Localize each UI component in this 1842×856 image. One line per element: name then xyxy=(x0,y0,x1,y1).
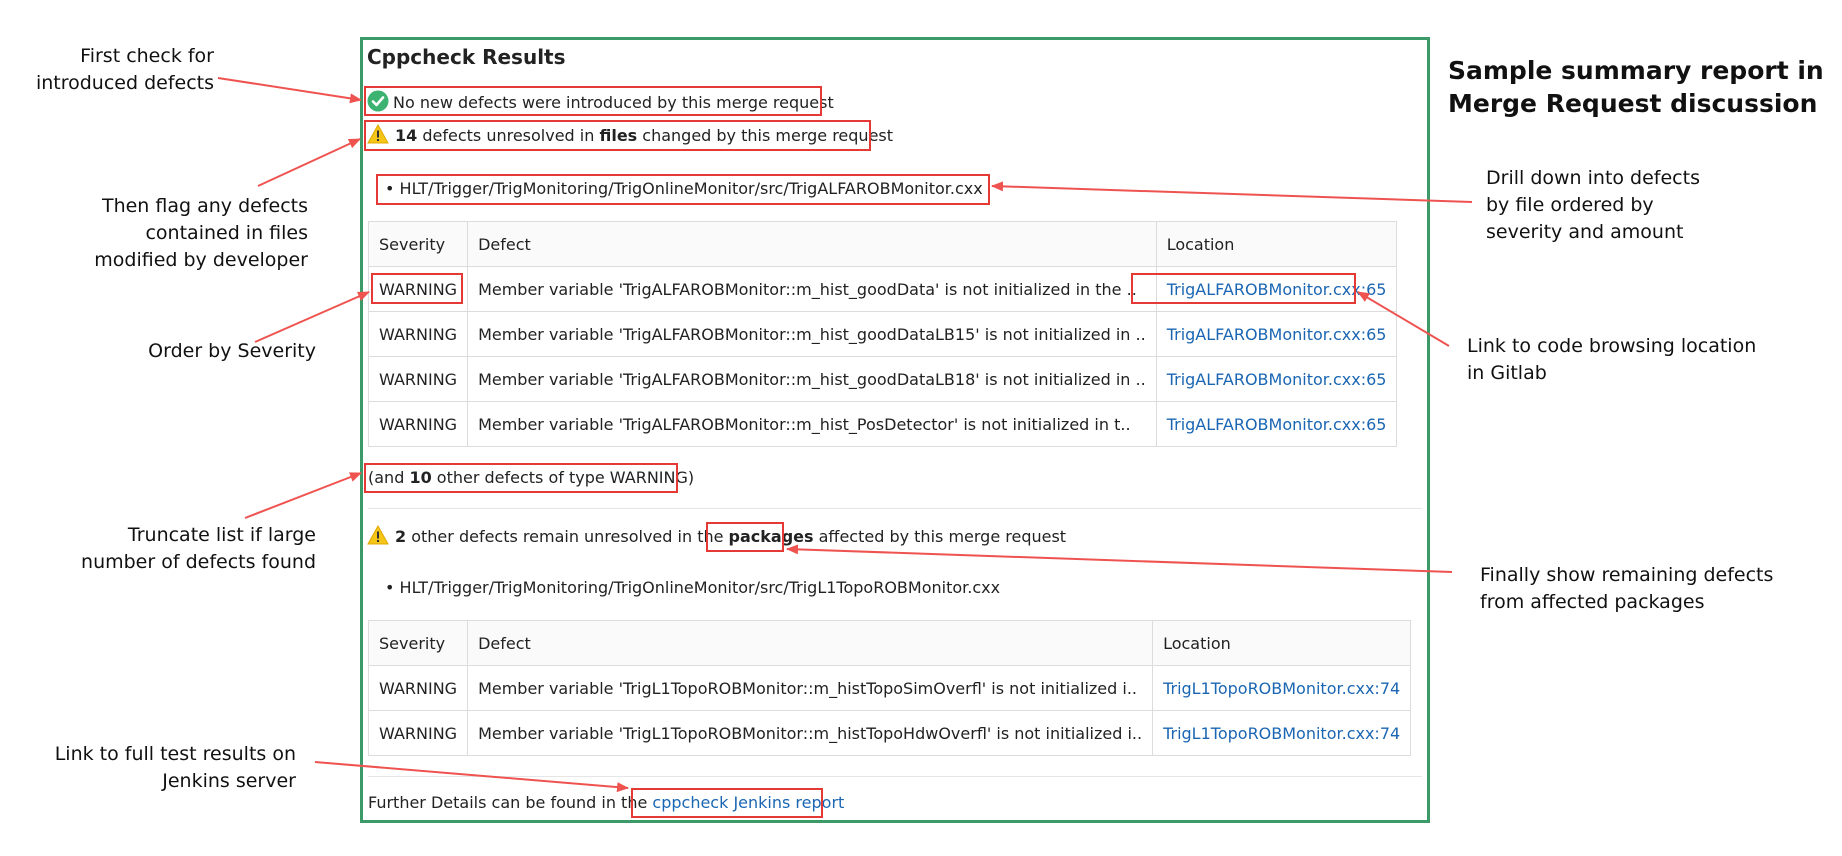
annotation-arrows xyxy=(217,77,1473,793)
arrow-link-code xyxy=(1357,291,1450,347)
arrow-flag-files xyxy=(257,138,361,187)
arrow-remaining xyxy=(786,544,1453,573)
arrow-first-check xyxy=(217,77,362,104)
arrow-link-jenkins xyxy=(314,761,629,793)
arrow-truncate xyxy=(244,472,362,519)
arrow-drill-down xyxy=(991,181,1473,203)
arrow-order-severity xyxy=(254,291,370,343)
